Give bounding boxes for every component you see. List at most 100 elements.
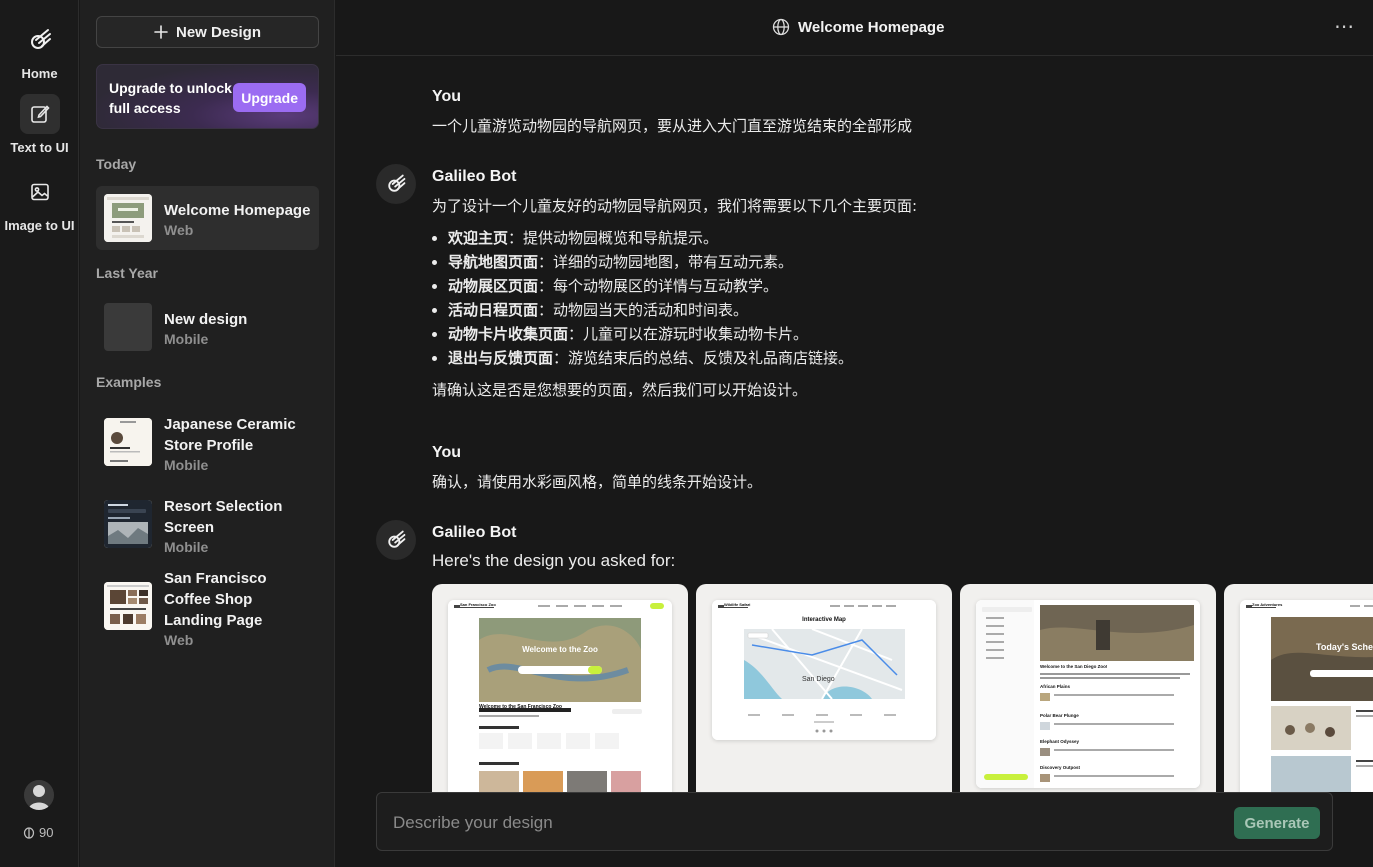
list-item: 动物卡片收集页面：儿童可以在游玩时收集动物卡片。 xyxy=(448,322,853,346)
list-item-title: 欢迎主页 xyxy=(448,229,509,247)
preview-nav-title: Wildlife Safari xyxy=(724,602,751,607)
design-thumbnail xyxy=(104,194,152,242)
main-panel: Welcome Homepage ⋯ You 一个儿童游览动物园的导航网页，要从… xyxy=(336,0,1373,867)
bot-avatar xyxy=(376,520,416,560)
new-design-label: New Design xyxy=(175,23,262,41)
design-thumbnail xyxy=(104,303,152,351)
galileo-logo-icon xyxy=(20,20,60,60)
plus-icon xyxy=(154,25,168,39)
rail-item-image-to-ui[interactable]: Image to UI xyxy=(0,172,79,233)
list-item-desc: ：动物园当天的活动和时间表。 xyxy=(538,301,749,319)
preview-screen: Welcome to the Zoo Welcome to the San Fr… xyxy=(448,600,672,792)
section-today: Today xyxy=(96,156,137,172)
design-preview-gallery: Welcome to the Zoo Welcome to the San Fr… xyxy=(432,584,1373,792)
preview-screen: Interactive Map Wildlife Safari San Dieg… xyxy=(712,600,936,740)
preview-card-schedule[interactable]: Today's Sched Zoo Adventures xyxy=(1224,584,1373,792)
preview-screen: Welcome to the San Diego Zoo! African Pl… xyxy=(976,600,1200,788)
generate-button[interactable]: Generate xyxy=(1234,807,1320,839)
design-type: Mobile xyxy=(164,457,209,473)
preview-subtitle: Welcome to the San Francisco Zoo xyxy=(479,704,562,710)
design-thumbnail xyxy=(104,500,152,548)
preview-title: Welcome to the Zoo xyxy=(522,645,598,654)
preview-title: Today's Sched xyxy=(1316,642,1373,652)
list-item-title: 活动日程页面 xyxy=(448,301,539,319)
design-info: Welcome Homepage Web xyxy=(164,200,314,240)
design-type: Mobile xyxy=(164,539,209,555)
more-options-button[interactable]: ⋯ xyxy=(1334,14,1355,39)
list-item-title: 动物卡片收集页面 xyxy=(448,325,569,343)
list-item-desc: ：详细的动物园地图，带有互动元素。 xyxy=(538,253,794,271)
list-item-desc: ：儿童可以在游玩时收集动物卡片。 xyxy=(568,325,809,343)
message-outro: 请确认这是否是您想要的页面，然后我们可以开始设计。 xyxy=(432,381,808,399)
credits-counter: 90 xyxy=(23,825,53,840)
list-item-desc: ：提供动物园概览和导航提示。 xyxy=(508,229,719,247)
design-item-welcome-homepage[interactable]: Welcome Homepage Web xyxy=(96,186,319,250)
galileo-logo-icon xyxy=(388,174,406,192)
document-title-text: Welcome Homepage xyxy=(798,18,945,36)
design-info: San Francisco Coffee Shop Landing Page W… xyxy=(164,568,314,650)
credits-value: 90 xyxy=(39,825,54,840)
image-icon xyxy=(20,172,60,212)
preview-card-exhibits[interactable]: Welcome to the San Diego Zoo! African Pl… xyxy=(960,584,1216,792)
preview-section: Polar Bear Plunge xyxy=(1040,713,1079,718)
example-item-coffee-shop[interactable]: San Francisco Coffee Shop Landing Page W… xyxy=(96,568,319,648)
rail-label-text-to-ui: Text to UI xyxy=(10,140,69,155)
design-info: New design Mobile xyxy=(164,309,314,349)
section-examples: Examples xyxy=(96,374,162,390)
message-text: 确认，请使用水彩画风格，简单的线条开始设计。 xyxy=(432,473,763,491)
message-text: 一个儿童游览动物园的导航网页，要从进入大门直至游览结束的全部形成 xyxy=(432,117,913,135)
new-design-button[interactable]: New Design xyxy=(96,16,319,48)
globe-icon xyxy=(772,18,790,36)
preview-nav-title: Zoo Adventures xyxy=(1252,602,1283,607)
document-title: Welcome Homepage xyxy=(772,18,944,36)
list-item: 欢迎主页：提供动物园概览和导航提示。 xyxy=(448,226,853,250)
page-list: 欢迎主页：提供动物园概览和导航提示。 导航地图页面：详细的动物园地图，带有互动元… xyxy=(448,226,853,370)
rail-item-home[interactable]: Home xyxy=(0,20,79,81)
prompt-composer: Generate xyxy=(376,792,1333,851)
list-item-title: 导航地图页面 xyxy=(448,253,539,271)
design-thumbnail xyxy=(104,582,152,630)
message-author: Galileo Bot xyxy=(432,524,517,541)
design-name: Welcome Homepage xyxy=(164,202,311,219)
example-item-ceramic-store[interactable]: Japanese Ceramic Store Profile Mobile xyxy=(96,404,319,476)
message-author: Galileo Bot xyxy=(432,168,517,185)
preview-card-map[interactable]: Interactive Map Wildlife Safari San Dieg… xyxy=(696,584,952,792)
user-avatar[interactable] xyxy=(24,780,54,810)
bot-avatar xyxy=(376,164,416,204)
example-item-resort-selection[interactable]: Resort Selection Screen Mobile xyxy=(96,486,319,558)
design-info: Japanese Ceramic Store Profile Mobile xyxy=(164,414,314,475)
rail-label-image-to-ui: Image to UI xyxy=(4,218,75,233)
preview-title: Interactive Map xyxy=(802,617,846,623)
message-intro: 为了设计一个儿童友好的动物园导航网页，我们将需要以下几个主要页面: xyxy=(432,197,918,215)
credit-coin-icon xyxy=(23,826,35,839)
preview-screen: Today's Sched Zoo Adventures xyxy=(1240,600,1373,792)
list-item: 导航地图页面：详细的动物园地图，带有互动元素。 xyxy=(448,250,853,274)
nav-rail: Home Text to UI Image to UI 90 xyxy=(0,0,79,867)
design-name: Resort Selection Screen xyxy=(164,498,283,536)
design-type: Web xyxy=(164,632,194,648)
top-bar: Welcome Homepage ⋯ xyxy=(336,0,1373,56)
message-text: Here's the design you asked for: xyxy=(432,551,676,570)
list-item-title: 动物展区页面 xyxy=(448,277,539,295)
design-thumbnail xyxy=(104,418,152,466)
preview-section: African Plains xyxy=(1040,684,1071,689)
preview-card-welcome[interactable]: Welcome to the Zoo Welcome to the San Fr… xyxy=(432,584,688,792)
upgrade-message: Upgrade to unlock full access xyxy=(109,80,232,116)
design-info: Resort Selection Screen Mobile xyxy=(164,496,314,557)
list-item-title: 退出与反馈页面 xyxy=(448,349,554,367)
design-type: Mobile xyxy=(164,331,209,347)
preview-map-label: San Diego xyxy=(802,676,835,683)
section-last-year: Last Year xyxy=(96,265,159,281)
preview-section: Discovery Outpost xyxy=(1040,765,1081,770)
design-name: Japanese Ceramic Store Profile xyxy=(164,416,296,454)
preview-heading: Welcome to the San Diego Zoo! xyxy=(1040,664,1108,669)
list-item: 退出与反馈页面：游览结束后的总结、反馈及礼品商店链接。 xyxy=(448,346,853,370)
message-author: You xyxy=(432,444,462,461)
list-item: 动物展区页面：每个动物展区的详情与互动教学。 xyxy=(448,274,853,298)
design-item-new-design[interactable]: New design Mobile xyxy=(96,295,319,359)
design-name: San Francisco Coffee Shop Landing Page xyxy=(164,570,267,629)
describe-design-input[interactable] xyxy=(393,811,1193,835)
rail-item-text-to-ui[interactable]: Text to UI xyxy=(0,94,79,155)
upgrade-button[interactable]: Upgrade xyxy=(233,83,306,112)
sidebar: New Design Upgrade to unlock full access… xyxy=(80,0,335,867)
